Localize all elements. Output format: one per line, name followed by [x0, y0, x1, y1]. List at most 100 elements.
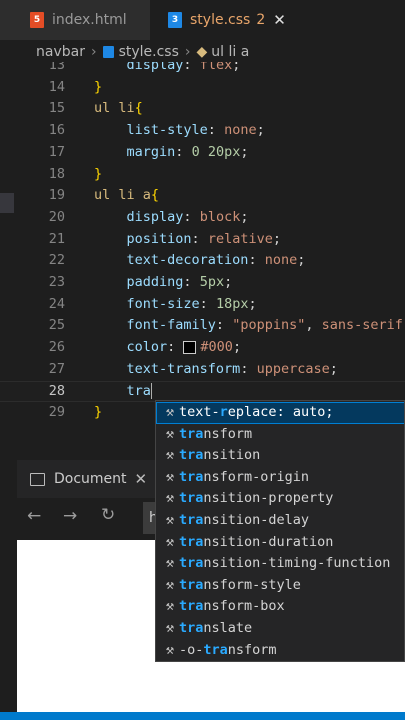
suggestion-label: translate	[179, 620, 253, 636]
code-text[interactable]: ul li{	[94, 98, 143, 120]
code-text[interactable]: display: flex;	[94, 62, 241, 77]
code-text[interactable]: margin: 0 20px;	[94, 142, 249, 164]
close-panel-icon[interactable]: ✕	[135, 470, 148, 488]
wrench-icon: ⚒	[165, 641, 175, 658]
suggestion-label: transform	[179, 425, 253, 442]
wrench-icon: ⚒	[165, 555, 175, 572]
problems-count-badge: 2	[256, 12, 266, 28]
code-line[interactable]: 15 ul li{	[0, 98, 405, 120]
code-line[interactable]: 13 display: flex;	[0, 62, 405, 77]
line-number: 17	[48, 143, 65, 160]
line-number: 15	[48, 100, 65, 117]
suggestion-label: transform-box	[179, 598, 285, 615]
wrench-icon: ⚒	[165, 425, 175, 442]
forward-arrow-icon[interactable]: →	[63, 506, 77, 526]
line-number: 16	[48, 122, 65, 139]
suggestion-item[interactable]: ⚒ -o-transform	[156, 640, 404, 661]
code-text[interactable]: color: #000;	[94, 337, 242, 359]
suggestion-item[interactable]: ⚒ transform	[156, 424, 404, 446]
code-text[interactable]: display: block;	[94, 207, 249, 229]
suggestion-label: transition-delay	[179, 512, 310, 528]
suggestion-label: transition-duration	[179, 533, 334, 550]
suggestion-label: transform-style	[179, 576, 301, 593]
code-text[interactable]: padding: 5px;	[94, 272, 233, 294]
wrench-icon: ⚒	[165, 533, 175, 550]
code-line[interactable]: 17 margin: 0 20px;	[0, 142, 405, 164]
code-editor[interactable]: 13 display: flex; 14} 15 ul li{16 list-styl…	[0, 62, 405, 427]
wrench-icon: ⚒	[165, 620, 175, 636]
suggestion-label: transition-timing-function	[179, 555, 391, 572]
css3-icon: 3	[168, 12, 182, 28]
reload-icon[interactable]: ↻	[101, 505, 115, 525]
line-number: 23	[48, 274, 65, 290]
wrench-icon: ⚒	[165, 576, 175, 593]
wrench-icon: ⚒	[165, 512, 175, 528]
code-line[interactable]: 21 position: relative;	[0, 229, 405, 251]
line-number: 26	[48, 339, 65, 356]
line-number: 24	[48, 295, 65, 312]
document-icon	[30, 472, 45, 486]
line-number: 21	[48, 230, 65, 247]
suggestion-item[interactable]: ⚒ transition-duration	[156, 532, 404, 554]
tab-style-css[interactable]: 3 style.css 2 ✕	[150, 0, 405, 40]
code-text[interactable]: text-transform: uppercase;	[94, 359, 338, 381]
breadcrumb-folder[interactable]: navbar	[36, 44, 85, 60]
code-line[interactable]: 18}	[0, 164, 405, 186]
code-text[interactable]: }	[94, 164, 102, 186]
suggestion-item[interactable]: ⚒ transform-style	[156, 575, 404, 597]
suggestion-label: transform-origin	[179, 468, 310, 485]
panel-title[interactable]: Document	[54, 471, 127, 487]
suggestion-item[interactable]: ⚒ translate	[156, 618, 404, 640]
code-text[interactable]: position: relative;	[94, 229, 281, 251]
back-arrow-icon[interactable]: ←	[27, 506, 41, 526]
code-text[interactable]: text-decoration: none;	[94, 250, 306, 272]
code-line[interactable]: 25 font-family: "poppins", sans-serif;	[0, 315, 405, 337]
tab-label: style.css	[190, 12, 251, 28]
css3-icon	[102, 46, 114, 58]
tab-bar: 5 index.html 3 style.css 2 ✕	[0, 0, 405, 40]
code-line[interactable]: 27 text-transform: uppercase;	[0, 359, 405, 381]
symbol-selector-icon: ◆	[196, 44, 208, 60]
code-text[interactable]: ul li a{	[94, 185, 159, 207]
chevron-right-icon: ›	[184, 44, 191, 60]
tab-label: index.html	[52, 12, 127, 28]
code-line[interactable]: 16 list-style: none;	[0, 120, 405, 142]
suggestion-item[interactable]: ⚒ transition	[156, 445, 404, 467]
code-text[interactable]: font-size: 18px;	[94, 294, 257, 316]
code-line[interactable]: 23 padding: 5px;	[0, 272, 405, 294]
wrench-icon: ⚒	[165, 468, 175, 485]
suggestion-label: -o-transform	[179, 641, 277, 658]
code-line[interactable]: 19 ul li a{	[0, 185, 405, 207]
code-text[interactable]: tra	[94, 381, 152, 403]
line-number: 29	[48, 404, 65, 421]
line-number: 28	[48, 382, 65, 399]
html5-icon: 5	[30, 12, 44, 28]
line-number: 27	[48, 360, 65, 377]
suggestion-label: transition	[179, 447, 261, 464]
suggestion-item[interactable]: ⚒ transform-origin	[156, 467, 404, 489]
suggestion-item[interactable]: ⚒ transition-timing-function	[156, 553, 404, 575]
code-line[interactable]: 20 display: block;	[0, 207, 405, 229]
close-tab-icon[interactable]: ✕	[273, 11, 286, 29]
suggestion-label: text-replace: auto;	[179, 404, 334, 420]
code-line[interactable]: 22 text-decoration: none;	[0, 250, 405, 272]
line-number: 19	[48, 187, 65, 204]
code-text[interactable]: }	[94, 402, 102, 424]
code-line[interactable]: 24 font-size: 18px;	[0, 294, 405, 316]
code-text[interactable]: font-family: "poppins", sans-serif;	[94, 315, 405, 337]
suggestion-item[interactable]: ⚒ transition-delay	[156, 510, 404, 532]
suggestion-item[interactable]: ⚒ text-replace: auto;	[156, 402, 404, 424]
code-line[interactable]: 14}	[0, 77, 405, 99]
breadcrumb-file[interactable]: style.css	[119, 44, 179, 60]
code-line[interactable]: 26 color: #000;	[0, 337, 405, 359]
suggestion-label: transition-property	[179, 490, 334, 507]
tab-index-html[interactable]: 5 index.html	[0, 0, 150, 40]
breadcrumb-symbol[interactable]: ul li a	[211, 44, 249, 60]
code-text[interactable]: list-style: none;	[94, 120, 265, 142]
suggestion-item[interactable]: ⚒ transition-property	[156, 488, 404, 510]
suggestion-item[interactable]: ⚒ transform-box	[156, 596, 404, 618]
code-line[interactable]: 28 tra	[0, 381, 405, 403]
code-text[interactable]: }	[94, 77, 102, 99]
line-number: 20	[48, 208, 65, 225]
wrench-icon: ⚒	[165, 404, 175, 420]
